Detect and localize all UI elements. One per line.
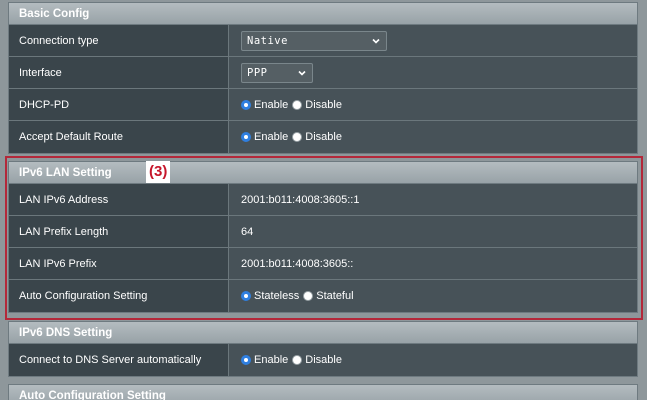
dhcp-pd-radio-group: Enable Disable bbox=[241, 99, 346, 111]
lan-ipv6-prefix-row: LAN IPv6 Prefix 2001:b011:4008:3605:: bbox=[9, 248, 637, 280]
dhcp-pd-label: DHCP-PD bbox=[9, 89, 229, 120]
basic-config-header: Basic Config bbox=[9, 3, 637, 25]
stateful-label[interactable]: Stateful bbox=[316, 290, 353, 302]
lan-ipv6-address-row: LAN IPv6 Address 2001:b011:4008:3605::1 bbox=[9, 184, 637, 216]
chevron-down-icon bbox=[298, 70, 306, 76]
accept-default-route-label: Accept Default Route bbox=[9, 121, 229, 153]
dhcp-pd-row: DHCP-PD Enable Disable bbox=[9, 89, 637, 121]
interface-value: PPP bbox=[247, 66, 268, 79]
page: Basic Config Connection type Native Inte… bbox=[0, 0, 647, 400]
stateless-label[interactable]: Stateless bbox=[254, 290, 299, 302]
connect-dns-auto-enable-radio[interactable] bbox=[241, 355, 251, 365]
ipv6-lan-panel: IPv6 LAN Setting (3) LAN IPv6 Address 20… bbox=[8, 161, 638, 313]
accept-default-route-disable-radio[interactable] bbox=[292, 132, 303, 142]
step-annotation-label: (3) bbox=[146, 161, 171, 183]
chevron-down-icon bbox=[372, 38, 380, 44]
dhcp-pd-enable-label[interactable]: Enable bbox=[254, 99, 288, 111]
accept-default-route-radio-group: Enable Disable bbox=[241, 131, 346, 143]
connect-dns-auto-disable-label[interactable]: Disable bbox=[305, 354, 342, 366]
connect-dns-auto-disable-radio[interactable] bbox=[292, 355, 303, 365]
connection-type-label: Connection type bbox=[9, 25, 229, 56]
auto-configuration-setting-label: Auto Configuration Setting bbox=[9, 280, 229, 312]
connection-type-value: Native bbox=[247, 34, 288, 47]
ipv6-dns-panel: IPv6 DNS Setting Connect to DNS Server a… bbox=[8, 321, 638, 377]
dhcp-pd-enable-radio[interactable] bbox=[241, 99, 251, 110]
dhcp-pd-disable-radio[interactable] bbox=[292, 99, 303, 110]
lan-ipv6-address-label: LAN IPv6 Address bbox=[9, 184, 229, 215]
lan-prefix-length-row: LAN Prefix Length 64 bbox=[9, 216, 637, 248]
auto-configuration-header: Auto Configuration Setting bbox=[9, 385, 637, 400]
auto-config-radio-group: Stateless Stateful bbox=[241, 290, 358, 302]
accept-default-route-enable-label[interactable]: Enable bbox=[254, 131, 288, 143]
auto-configuration-panel: Auto Configuration Setting bbox=[8, 384, 638, 400]
dhcp-pd-disable-label[interactable]: Disable bbox=[305, 99, 342, 111]
lan-prefix-length-value: 64 bbox=[229, 216, 637, 247]
connect-dns-auto-label: Connect to DNS Server automatically bbox=[9, 344, 229, 376]
lan-ipv6-prefix-value: 2001:b011:4008:3605:: bbox=[229, 248, 637, 279]
ipv6-lan-title: IPv6 LAN Setting bbox=[19, 167, 112, 179]
lan-prefix-length-label: LAN Prefix Length bbox=[9, 216, 229, 247]
connect-dns-auto-row: Connect to DNS Server automatically Enab… bbox=[9, 344, 637, 376]
interface-row: Interface PPP bbox=[9, 57, 637, 89]
connection-type-select[interactable]: Native bbox=[241, 30, 387, 51]
interface-select[interactable]: PPP bbox=[241, 62, 313, 83]
interface-label: Interface bbox=[9, 57, 229, 88]
accept-default-route-enable-radio[interactable] bbox=[241, 132, 251, 142]
ipv6-lan-header: IPv6 LAN Setting (3) bbox=[9, 161, 637, 184]
connect-dns-auto-enable-label[interactable]: Enable bbox=[254, 354, 288, 366]
stateful-radio[interactable] bbox=[303, 291, 314, 301]
lan-ipv6-address-value: 2001:b011:4008:3605::1 bbox=[229, 184, 637, 215]
connect-dns-auto-radio-group: Enable Disable bbox=[241, 354, 346, 366]
auto-configuration-setting-row: Auto Configuration Setting Stateless Sta… bbox=[9, 280, 637, 312]
basic-config-panel: Basic Config Connection type Native Inte… bbox=[8, 2, 638, 154]
accept-default-route-disable-label[interactable]: Disable bbox=[305, 131, 342, 143]
connection-type-row: Connection type Native bbox=[9, 25, 637, 57]
accept-default-route-row: Accept Default Route Enable Disable bbox=[9, 121, 637, 153]
lan-ipv6-prefix-label: LAN IPv6 Prefix bbox=[9, 248, 229, 279]
ipv6-dns-header: IPv6 DNS Setting bbox=[9, 322, 637, 344]
stateless-radio[interactable] bbox=[241, 291, 251, 301]
